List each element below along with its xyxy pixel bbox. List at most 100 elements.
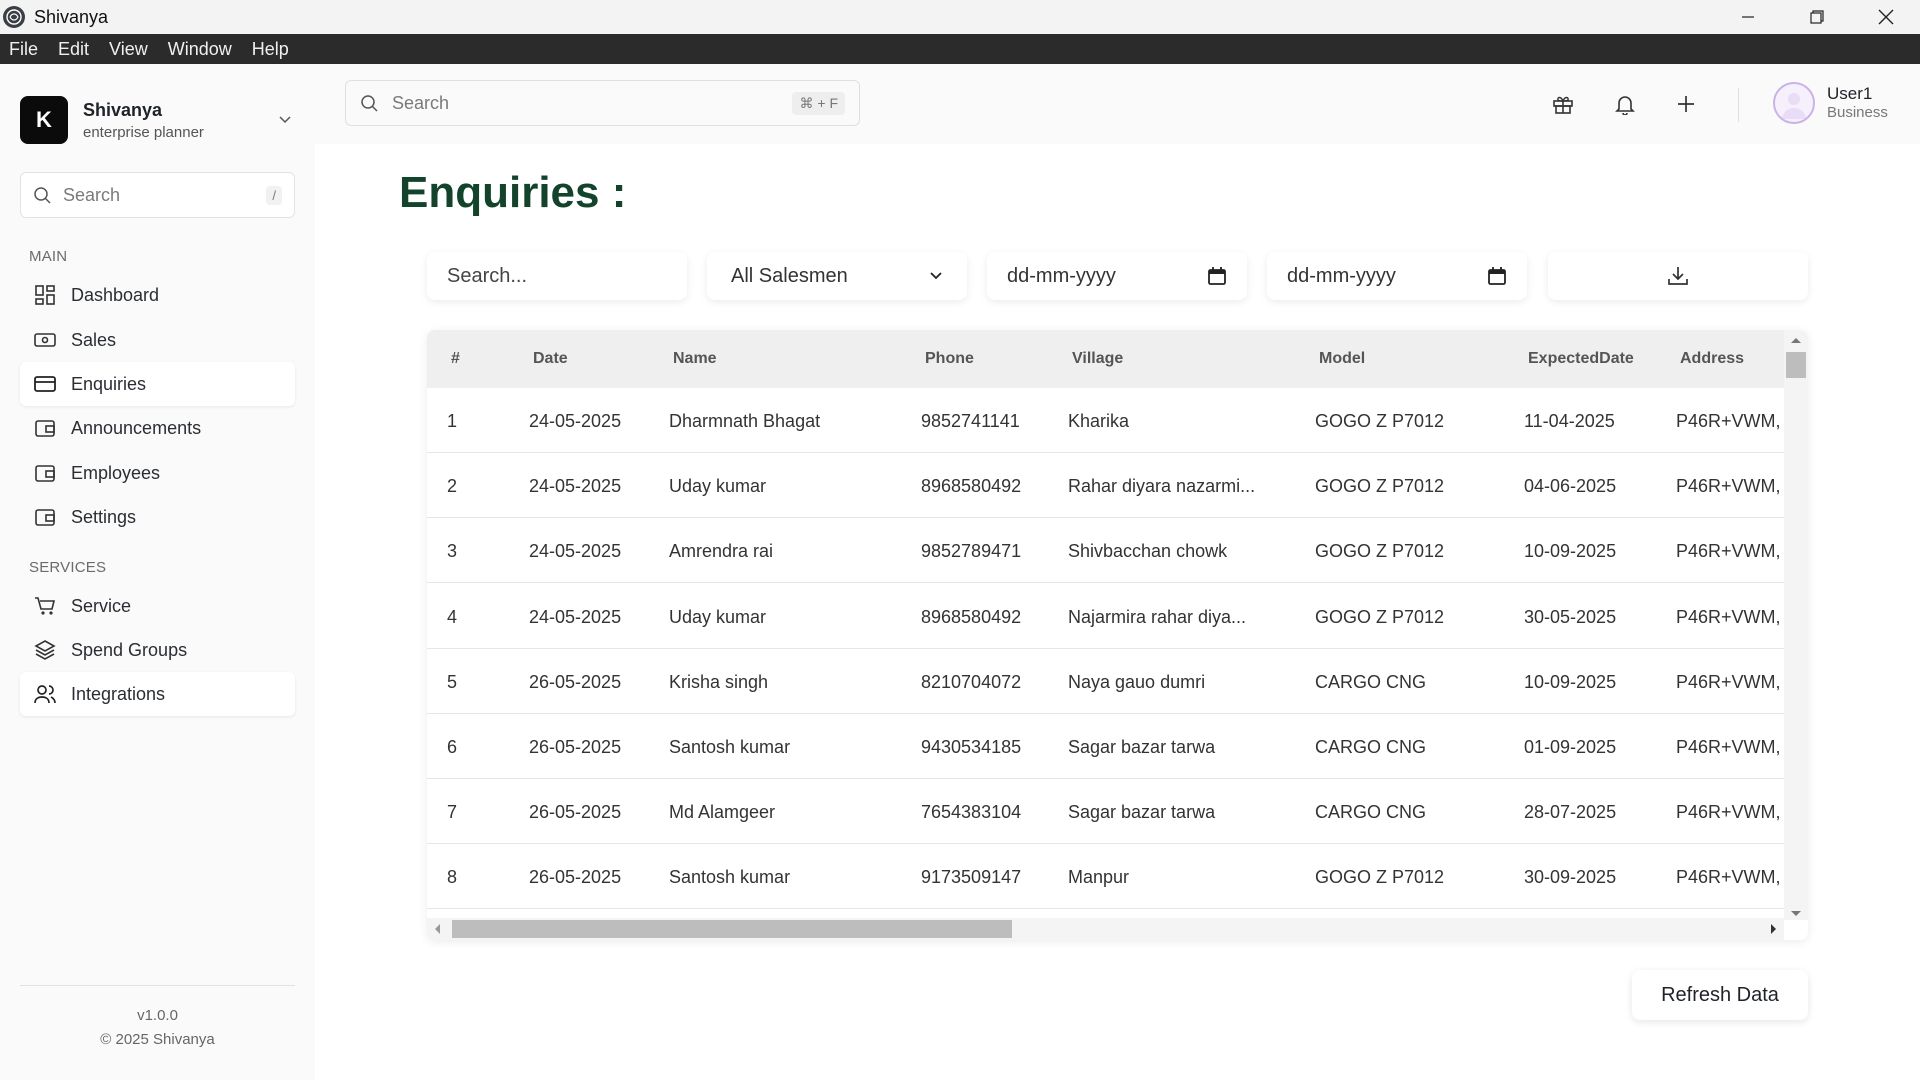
scroll-up-arrow-icon[interactable] (1784, 330, 1808, 350)
table-row[interactable]: 1 24-05-2025 Dharmnath Bhagat 9852741141 Kha… (427, 388, 1784, 453)
menu-edit[interactable]: Edit (48, 34, 99, 64)
date-from-input[interactable]: dd-mm-yyyy (987, 252, 1247, 300)
table-row[interactable]: 2 24-05-2025 Uday kumar 8968580492 Rahar diy… (427, 453, 1784, 519)
sidebar-item-service[interactable]: Service (20, 584, 295, 628)
sidebar-item-label: Dashboard (71, 284, 160, 305)
copyright-text: © 2025 Shivanya (100, 1031, 215, 1048)
user-name: User1 (1827, 84, 1873, 103)
workspace-switcher[interactable]: K Shivanya enterprise planner (20, 94, 295, 146)
section-label-main: MAIN (29, 248, 68, 265)
menu-file[interactable]: File (0, 34, 48, 64)
row-date-cell: 26-05-2025 (529, 737, 622, 757)
sidebar-item-integrations[interactable]: Integrations (20, 672, 295, 716)
plus-icon[interactable] (1668, 86, 1704, 122)
column-header[interactable]: Phone (925, 350, 974, 368)
row-village-cell: Manpur (1068, 867, 1130, 888)
search-shortcut-badge: ⌘ + F (792, 91, 845, 115)
table-row[interactable]: 5 26-05-2025 Krisha singh 8210704072 Naya ga… (427, 649, 1784, 714)
column-header[interactable]: Name (673, 350, 717, 368)
enquiry-search-input[interactable]: Search... (427, 252, 687, 300)
row-model-cell: GOGO Z P7012 (1315, 541, 1445, 562)
table-row[interactable]: 7 26-05-2025 Md Alamgeer 7654383104 Sagar ba… (427, 779, 1784, 845)
minimize-button[interactable] (1713, 0, 1782, 34)
row-date-cell: 24-05-2025 (529, 411, 622, 431)
refresh-data-button[interactable]: Refresh Data (1632, 970, 1808, 1020)
brand-subtitle: enterprise planner (83, 123, 204, 141)
sidebar-item-employees[interactable]: Employees (20, 451, 295, 495)
row-address-cell: P46R+VWM, (1676, 802, 1781, 823)
calendar-icon[interactable] (1207, 266, 1227, 286)
date-to-placeholder: dd-mm-yyyy (1287, 264, 1396, 287)
row-date-cell: 24-05-2025 (529, 541, 622, 562)
scroll-left-arrow-icon[interactable] (427, 918, 447, 940)
menu-window[interactable]: Window (158, 34, 242, 64)
row-expected-date-cell: 11-04-2025 (1524, 411, 1615, 431)
close-icon (1878, 9, 1893, 25)
row-phone-cell: 9852741141 (921, 411, 1020, 431)
sidebar-item-label: Integrations (71, 683, 166, 704)
sidebar-item-announcements[interactable]: Announcements (20, 406, 295, 450)
brand-name: Shivanya (83, 99, 163, 120)
horizontal-scrollbar[interactable] (427, 918, 1784, 940)
bell-icon[interactable] (1607, 86, 1643, 122)
salesman-select-value: All Salesmen (731, 264, 848, 287)
row-model-cell: GOGO Z P7012 (1315, 411, 1445, 431)
row-village-cell: Najarmira rahar diya... (1068, 606, 1247, 627)
row-expected-date-cell: 10-09-2025 (1524, 671, 1617, 692)
salesman-select[interactable]: All Salesmen (707, 252, 967, 300)
wallet-icon (33, 505, 57, 529)
sidebar-search-input[interactable]: Search / (20, 172, 295, 218)
page-title: Enquiries : (399, 168, 627, 217)
column-header[interactable]: # (451, 350, 460, 368)
row-phone-cell: 8968580492 (921, 476, 1022, 497)
horizontal-scroll-thumb[interactable] (452, 920, 1012, 938)
scroll-down-arrow-icon[interactable] (1784, 904, 1808, 924)
column-header[interactable]: Model (1319, 350, 1365, 368)
table-row[interactable]: 3 24-05-2025 Amrendra rai 9852789471 Shivbac… (427, 518, 1784, 584)
table-row[interactable]: 6 26-05-2025 Santosh kumar 9430534185 Sagar … (427, 714, 1784, 779)
sidebar-item-enquiries[interactable]: Enquiries (20, 362, 295, 406)
column-header[interactable]: Date (533, 350, 568, 368)
column-header[interactable]: Village (1072, 350, 1123, 368)
avatar[interactable] (1773, 82, 1815, 124)
vertical-scroll-thumb[interactable] (1786, 352, 1806, 378)
row-date-cell: 26-05-2025 (529, 802, 622, 823)
sidebar-item-settings[interactable]: Settings (20, 495, 295, 539)
enquiry-search-placeholder: Search... (447, 264, 528, 287)
download-button[interactable] (1548, 252, 1808, 300)
global-search-input[interactable]: Search ⌘ + F (345, 80, 860, 126)
table-row[interactable]: 8 26-05-2025 Santosh kumar 9173509147 Manpur… (427, 844, 1784, 910)
chevron-down-icon[interactable] (275, 110, 295, 130)
row-date-cell: 24-05-2025 (529, 606, 622, 627)
row-address-cell: P46R+VWM, (1676, 867, 1781, 888)
sidebar-item-spend-groups[interactable]: Spend Groups (20, 628, 295, 672)
sidebar-item-dashboard[interactable]: Dashboard (20, 273, 295, 317)
cash-icon (33, 328, 57, 352)
row-expected-date-cell: 28-07-2025 (1524, 802, 1617, 823)
row-name-cell: Amrendra rai (669, 541, 774, 562)
date-to-input[interactable]: dd-mm-yyyy (1267, 252, 1527, 300)
menu-help[interactable]: Help (242, 34, 299, 64)
row-name-cell: Krisha singh (669, 671, 769, 692)
calendar-icon[interactable] (1487, 266, 1507, 286)
row-index-cell: 5 (447, 671, 458, 692)
row-address-cell: P46R+VWM, (1676, 476, 1781, 497)
row-address-cell: P46R+VWM, (1676, 737, 1781, 757)
gift-icon[interactable] (1545, 86, 1581, 122)
sidebar-item-sales[interactable]: Sales (20, 318, 295, 362)
header-divider (1738, 88, 1739, 122)
row-name-cell: Dharmnath Bhagat (669, 411, 821, 431)
close-button[interactable] (1851, 0, 1920, 34)
download-icon (1668, 267, 1688, 285)
row-phone-cell: 8210704072 (921, 671, 1022, 692)
table-row[interactable]: 4 24-05-2025 Uday kumar 8968580492 Najarmira… (427, 584, 1784, 649)
restore-button[interactable] (1782, 0, 1851, 34)
vertical-scrollbar[interactable] (1784, 330, 1808, 920)
column-header[interactable]: ExpectedDate (1528, 350, 1634, 368)
column-header[interactable]: Address (1680, 350, 1744, 368)
row-index-cell: 6 (447, 737, 458, 757)
scroll-right-arrow-icon[interactable] (1764, 918, 1784, 940)
row-date-cell: 24-05-2025 (529, 476, 622, 497)
menu-view[interactable]: View (99, 34, 158, 64)
row-index-cell: 7 (447, 802, 458, 823)
